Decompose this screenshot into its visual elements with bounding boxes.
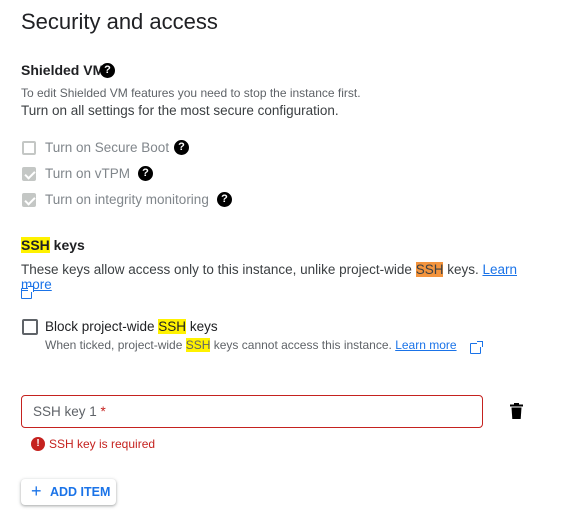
block-desc-highlight: SSH [185,338,211,352]
ssh-keys-heading-rest: keys [49,237,85,253]
shielded-vm-heading: Shielded VM [21,62,104,78]
block-desc-before: When ticked, project-wide [45,338,186,352]
ssh-keys-desc-highlight: SSH [415,262,444,277]
secure-boot-help-icon[interactable]: ? [174,140,189,155]
block-label-after: keys [186,319,218,334]
shielded-vm-desc-line1: To edit Shielded VM features you need to… [21,86,361,100]
shielded-vm-desc-line2: Turn on all settings for the most secure… [21,103,339,118]
shielded-vm-help-icon[interactable]: ? [100,63,115,78]
block-project-wide-ssh-checkbox[interactable] [22,319,38,335]
ssh-key-1-field[interactable]: SSH key 1 * [21,395,483,428]
vtpm-label: Turn on vTPM [45,166,131,181]
integrity-monitoring-label: Turn on integrity monitoring [45,192,209,207]
block-label-before: Block project-wide [45,319,159,334]
vtpm-checkbox[interactable] [22,167,36,181]
add-item-button[interactable]: + ADD ITEM [21,479,116,505]
block-learn-more-link[interactable]: Learn more [395,338,456,352]
add-item-label: ADD ITEM [50,485,111,499]
ssh-key-1-label: SSH key 1 * [33,404,106,419]
plus-icon: + [31,481,42,501]
block-desc-after: keys cannot access this instance. [210,338,396,352]
error-icon: ! [31,437,45,451]
integrity-monitoring-checkbox[interactable] [22,193,36,207]
ssh-keys-desc-after: keys. [443,262,483,277]
vtpm-help-icon[interactable]: ? [138,166,153,181]
secure-boot-checkbox[interactable] [22,141,36,155]
ssh-key-1-label-text: SSH key 1 [33,404,97,419]
external-link-icon[interactable] [21,286,34,299]
delete-icon[interactable] [510,403,523,419]
section-title: Security and access [21,9,218,34]
ssh-key-error-text: SSH key is required [49,437,156,451]
integrity-monitoring-help-icon[interactable]: ? [217,192,232,207]
block-project-wide-ssh-label: Block project-wide SSH keys [45,319,218,334]
secure-boot-label: Turn on Secure Boot [45,140,170,155]
shielded-vm-heading-text: Shielded VM [21,62,105,78]
ssh-keys-desc: These keys allow access only to this ins… [21,262,541,292]
ssh-keys-heading-highlight: SSH [21,237,50,253]
block-label-highlight: SSH [158,319,187,334]
block-external-link-icon[interactable] [470,341,484,354]
ssh-keys-desc-before: These keys allow access only to this ins… [21,262,416,277]
required-star: * [100,404,106,419]
ssh-keys-heading: SSH keys [21,237,85,253]
